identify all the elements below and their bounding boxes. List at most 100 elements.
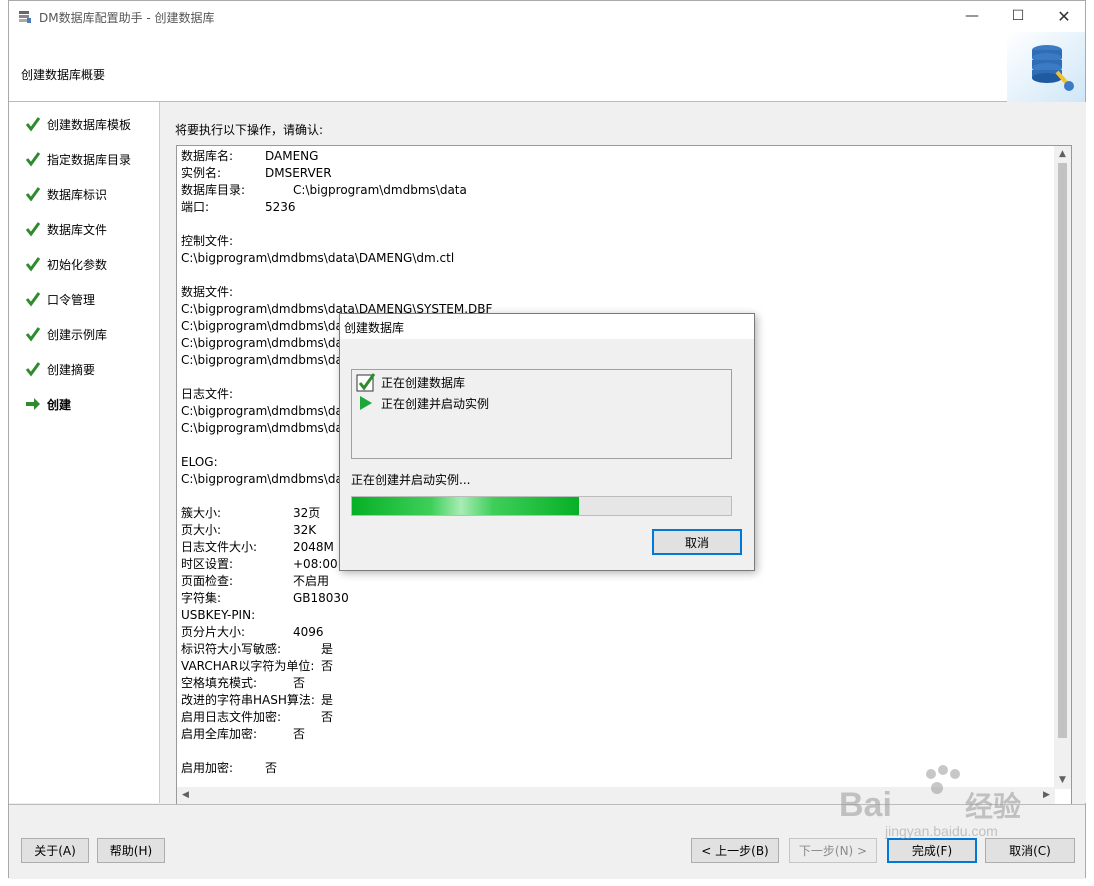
summary-value: 2048M: [293, 540, 334, 554]
scroll-up-icon[interactable]: ▲: [1054, 146, 1071, 163]
summary-path: C:\bigprogram\dmdbms\da: [181, 353, 343, 367]
window-title: DM数据库配置助手 - 创建数据库: [39, 11, 215, 25]
scroll-right-icon[interactable]: ▶: [1038, 787, 1055, 804]
page-header: 创建数据库概要: [9, 32, 1085, 102]
summary-line: 实例名: DMSERVER: [181, 165, 1041, 182]
summary-key: 数据库名:: [181, 149, 234, 163]
progress-status: 正在创建并启动实例...: [351, 473, 471, 487]
sidebar-step-params: 初始化参数: [25, 254, 107, 274]
about-button[interactable]: 关于(A): [21, 838, 89, 863]
summary-line: 标识符大小写敏感: 是: [181, 641, 1041, 658]
vertical-scrollbar[interactable]: ▲ ▼: [1054, 146, 1071, 789]
summary-path: C:\bigprogram\dmdbms\da: [181, 336, 343, 350]
summary-value: GB18030: [293, 591, 349, 605]
sidebar-step-summary: 创建摘要: [25, 359, 95, 379]
summary-blank: [181, 743, 1041, 760]
watermark-brand: Bai: [839, 786, 892, 824]
sidebar-step-password: 口令管理: [25, 289, 95, 309]
sidebar-step-identity: 数据库标识: [25, 184, 107, 204]
summary-path: C:\bigprogram\dmdbms\da: [181, 404, 343, 418]
check-icon: [25, 222, 41, 237]
dialog-title: 创建数据库: [344, 321, 405, 335]
steps-sidebar: 创建数据库模板 指定数据库目录 数据库标识 数据库文件 初始化参数 口令管理 创…: [9, 102, 160, 803]
sidebar-step-label: 指定数据库目录: [47, 152, 132, 167]
summary-line: 控制文件:: [181, 233, 1041, 250]
dialog-title-bar[interactable]: 创建数据库: [340, 314, 754, 339]
scroll-down-icon[interactable]: ▼: [1054, 772, 1071, 789]
summary-key: 页面检查:: [181, 574, 234, 588]
sidebar-step-label: 初始化参数: [47, 257, 108, 272]
summary-line: VARCHAR以字符为单位: 否: [181, 658, 1041, 675]
summary-line: 启用全库加密: 否: [181, 726, 1041, 743]
summary-value: 否: [293, 727, 306, 741]
summary-value: 5236: [265, 200, 296, 214]
arrow-right-icon: [26, 398, 40, 410]
summary-key: 启用日志文件加密:: [181, 710, 282, 724]
prev-button[interactable]: < 上一步(B): [691, 838, 779, 863]
summary-value: 是: [321, 642, 334, 656]
summary-value: DAMENG: [265, 149, 319, 163]
task-label: 正在创建数据库: [381, 375, 466, 390]
confirm-prompt: 将要执行以下操作，请确认:: [175, 123, 324, 137]
summary-key: 时区设置:: [181, 557, 234, 571]
summary-line: 页面检查: 不启用: [181, 573, 1041, 590]
summary-value: 是: [321, 693, 334, 707]
summary-key: 启用加密:: [181, 761, 234, 775]
progress-bar: [351, 496, 732, 516]
minimize-button[interactable]: —: [949, 1, 995, 32]
title-bar[interactable]: DM数据库配置助手 - 创建数据库 — ☐ ✕: [9, 1, 1085, 32]
check-icon: [25, 152, 41, 167]
maximize-button[interactable]: ☐: [995, 1, 1041, 32]
check-icon: [25, 187, 41, 202]
summary-value: +08:00: [293, 557, 338, 571]
summary-line: 字符集: GB18030: [181, 590, 1041, 607]
summary-blank: [181, 216, 1041, 233]
play-arrow-icon: [360, 396, 372, 410]
check-icon: [25, 292, 41, 307]
summary-key: 实例名:: [181, 166, 222, 180]
summary-value: 否: [293, 676, 306, 690]
summary-path: C:\bigprogram\dmdbms\data\DAMENG\dm.ctl: [181, 251, 455, 265]
summary-key: VARCHAR以字符为单位:: [181, 659, 315, 673]
check-icon: [25, 117, 41, 132]
create-database-dialog: 创建数据库 正在创建数据库 正在创建并启动实例 正在创建并启动实例... 取消: [339, 313, 755, 571]
check-icon: [25, 327, 41, 342]
scrollbar-thumb[interactable]: [1058, 163, 1067, 738]
cancel-button[interactable]: 取消(C): [985, 838, 1075, 863]
summary-value: 32页: [293, 506, 321, 520]
sidebar-step-template: 创建数据库模板: [25, 114, 131, 134]
task-item: 正在创建并启动实例: [356, 393, 489, 413]
check-icon: [25, 362, 41, 377]
baidu-jingyan-watermark: Bai 经验 jingyan.baidu.com: [839, 765, 1021, 839]
task-label: 正在创建并启动实例: [381, 396, 490, 411]
checkbox-checked-icon: [356, 373, 376, 392]
sidebar-step-label: 创建: [47, 397, 72, 412]
summary-value: C:\bigprogram\dmdbms\data: [293, 183, 467, 197]
summary-key: 页分片大小:: [181, 625, 246, 639]
sidebar-step-label: 创建数据库模板: [47, 117, 132, 132]
summary-value: 否: [321, 659, 334, 673]
finish-button[interactable]: 完成(F): [887, 838, 977, 863]
summary-key: 页大小:: [181, 523, 222, 537]
summary-value: 不启用: [293, 574, 330, 588]
sidebar-step-files: 数据库文件: [25, 219, 107, 239]
help-button[interactable]: 帮助(H): [97, 838, 165, 863]
summary-path: C:\bigprogram\dmdbms\da: [181, 421, 343, 435]
summary-value: DMSERVER: [265, 166, 332, 180]
sidebar-step-label: 创建示例库: [47, 327, 108, 342]
summary-key: 改进的字符串HASH算法:: [181, 693, 315, 707]
scroll-left-icon[interactable]: ◀: [177, 787, 194, 804]
summary-key: 日志文件大小:: [181, 540, 258, 554]
check-icon: [25, 257, 41, 272]
summary-line: 改进的字符串HASH算法: 是: [181, 692, 1041, 709]
page-title: 创建数据库概要: [21, 68, 106, 82]
dialog-cancel-button[interactable]: 取消: [652, 529, 742, 555]
summary-value: 否: [265, 761, 278, 775]
sidebar-step-label: 数据库标识: [47, 187, 108, 202]
summary-line: 启用日志文件加密: 否: [181, 709, 1041, 726]
sidebar-step-create: 创建: [25, 394, 71, 414]
next-button[interactable]: 下一步(N) >: [789, 838, 877, 863]
summary-path: C:\bigprogram\dmdbms\da: [181, 319, 343, 333]
close-button[interactable]: ✕: [1041, 1, 1087, 32]
summary-line: 空格填充模式: 否: [181, 675, 1041, 692]
